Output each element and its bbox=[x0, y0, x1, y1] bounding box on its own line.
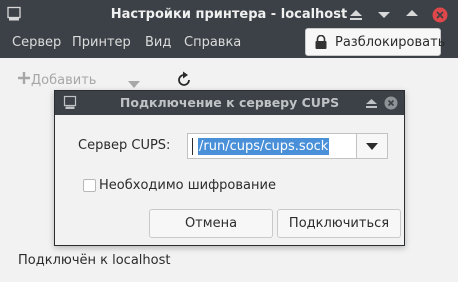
printer-settings-window: Настройки принтера - localhost Сервер Пр… bbox=[0, 0, 458, 282]
unlock-button[interactable]: Разблокировать bbox=[305, 28, 445, 56]
dialog-titlebar[interactable]: Подключение к серверу CUPS bbox=[55, 91, 404, 115]
status-text: Подключён к localhost bbox=[18, 253, 171, 268]
minimize-icon[interactable] bbox=[376, 7, 392, 23]
window-titlebar[interactable]: Настройки принтера - localhost bbox=[0, 0, 458, 30]
close-icon[interactable] bbox=[383, 95, 399, 111]
menu-help[interactable]: Справка bbox=[184, 35, 241, 50]
encryption-checkbox[interactable] bbox=[83, 179, 96, 192]
add-printer-button[interactable]: Добавить bbox=[31, 73, 96, 88]
connect-button[interactable]: Подключиться bbox=[277, 209, 401, 238]
server-input[interactable]: /run/cups/cups.sock bbox=[187, 133, 356, 159]
menu-server[interactable]: Сервер bbox=[12, 35, 61, 50]
server-label: Сервер CUPS: bbox=[78, 138, 171, 153]
text-cursor bbox=[192, 138, 193, 155]
plus-icon[interactable] bbox=[18, 72, 30, 88]
cancel-button[interactable]: Отмена bbox=[149, 209, 273, 238]
close-icon[interactable] bbox=[432, 7, 448, 23]
encryption-label[interactable]: Необходимо шифрование bbox=[99, 178, 276, 193]
connect-cups-dialog: Подключение к серверу CUPS Сервер CUPS: … bbox=[54, 90, 405, 246]
menu-printer[interactable]: Принтер bbox=[72, 35, 131, 50]
lock-icon bbox=[314, 34, 328, 54]
server-dropdown-button[interactable] bbox=[356, 133, 388, 159]
chevron-down-icon bbox=[366, 139, 378, 154]
unlock-button-label: Разблокировать bbox=[335, 35, 446, 50]
menu-view[interactable]: Вид bbox=[145, 35, 171, 50]
maximize-icon[interactable] bbox=[404, 7, 420, 23]
shade-icon[interactable] bbox=[363, 95, 379, 111]
dialog-title: Подключение к серверу CUPS bbox=[119, 95, 340, 110]
server-input-value: /run/cups/cups.sock bbox=[198, 138, 330, 155]
shade-icon[interactable] bbox=[348, 7, 364, 23]
